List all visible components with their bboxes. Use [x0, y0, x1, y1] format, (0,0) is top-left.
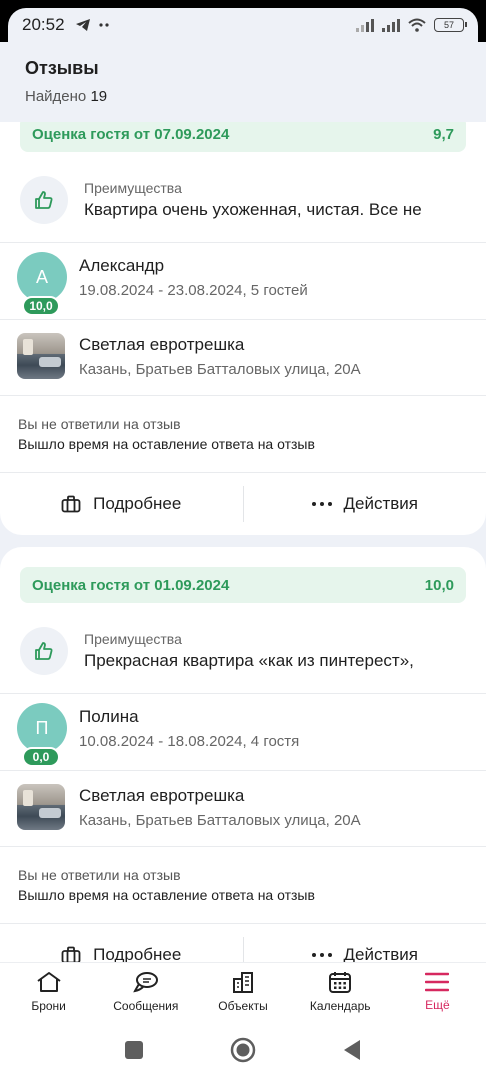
signal-icon-2 — [382, 18, 400, 32]
pros-label: Преимущества — [84, 180, 182, 196]
nav-item-more[interactable]: Ещё — [389, 963, 486, 1020]
found-count: Найдено 19 — [25, 88, 461, 105]
guest-name: Полина — [79, 706, 139, 726]
reply-block: Вы не ответили на отзыв Вышло время на о… — [18, 867, 486, 903]
pros-text: Прекрасная квартира «как из пинтерест», — [84, 651, 414, 670]
rating-label: Оценка гостя от 07.09.2024 — [32, 125, 230, 143]
review-card[interactable]: Оценка гостя от 07.09.2024 9,7 Преимущес… — [0, 122, 486, 535]
home-button-icon[interactable] — [230, 1037, 256, 1063]
nav-label: Ещё — [425, 997, 450, 1012]
back-icon[interactable] — [342, 1039, 362, 1061]
object-address: Казань, Братьев Батталовых улица, 20А — [79, 360, 361, 378]
details-label: Подробнее — [93, 494, 182, 513]
menu-icon — [425, 972, 450, 991]
page-title: Отзывы — [25, 58, 99, 78]
nav-label: Календарь — [309, 998, 371, 1013]
nav-label: Объекты — [218, 998, 268, 1013]
actions-label: Действия — [343, 945, 418, 962]
avatar: А 10,0 — [17, 252, 67, 316]
guest-score-badge: 10,0 — [22, 296, 60, 316]
more-dots-icon — [98, 23, 109, 27]
divider — [0, 693, 486, 694]
nav-item-objects[interactable]: Объекты — [194, 963, 291, 1020]
more-horizontal-icon — [311, 502, 332, 506]
nav-label: Сообщения — [113, 998, 179, 1013]
home-icon — [37, 971, 61, 992]
details-button[interactable]: Подробнее — [0, 473, 243, 535]
rating-value: 9,7 — [433, 125, 454, 143]
guest-dates: 10.08.2024 - 18.08.2024, 4 гостя — [79, 732, 300, 750]
actions-button[interactable]: Действия — [244, 924, 486, 962]
calendar-icon — [329, 971, 352, 993]
divider — [0, 395, 486, 396]
nav-item-calendar[interactable]: Календарь — [292, 963, 389, 1020]
more-horizontal-icon — [311, 953, 332, 957]
rating-value: 10,0 — [424, 576, 454, 594]
guest-score-badge: 0,0 — [22, 747, 60, 767]
object-name: Светлая евротрешка — [79, 334, 245, 354]
nav-label: Брони — [31, 998, 66, 1013]
wifi-icon — [408, 18, 426, 32]
actions-button[interactable]: Действия — [244, 473, 486, 535]
page-header: Отзывы Найдено 19 — [0, 42, 486, 122]
guest-row[interactable]: А 10,0 Александр 19.08.2024 - 23.08.2024… — [17, 249, 486, 316]
reply-note: Вышло время на оставление ответа на отзы… — [18, 887, 315, 903]
rating-label: Оценка гостя от 01.09.2024 — [32, 576, 230, 594]
reviews-list[interactable]: Оценка гостя от 07.09.2024 9,7 Преимущес… — [0, 122, 486, 962]
suitcase-icon — [61, 946, 81, 962]
card-actions: Подробнее Действия — [0, 473, 486, 535]
card-actions: Подробнее Действия — [0, 924, 486, 962]
pros-label: Преимущества — [84, 631, 182, 647]
divider — [0, 242, 486, 243]
pros-row[interactable]: Преимущества Прекрасная квартира «как из… — [20, 627, 486, 675]
buildings-icon — [233, 971, 253, 993]
found-number: 19 — [90, 88, 108, 105]
pros-row[interactable]: Преимущества Квартира очень ухоженная, ч… — [20, 176, 486, 224]
divider — [0, 770, 486, 771]
signal-icon — [356, 18, 374, 32]
bottom-nav: Брони Сообщения Объекты Календарь Ещё — [0, 962, 486, 1020]
object-name: Светлая евротрешка — [79, 785, 245, 805]
actions-label: Действия — [343, 494, 418, 513]
object-row[interactable]: Светлая евротрешка Казань, Братьев Батта… — [17, 783, 486, 831]
review-card[interactable]: Оценка гостя от 01.09.2024 10,0 Преимуще… — [0, 547, 486, 962]
object-address: Казань, Братьев Батталовых улица, 20А — [79, 811, 361, 829]
guest-dates: 19.08.2024 - 23.08.2024, 5 гостей — [79, 281, 308, 299]
nav-item-bookings[interactable]: Брони — [0, 963, 97, 1020]
divider — [0, 846, 486, 847]
status-time: 20:52 — [22, 15, 65, 34]
avatar: П 0,0 — [17, 703, 67, 767]
avatar-initial: П — [35, 717, 49, 738]
recents-icon[interactable] — [124, 1040, 144, 1060]
thumbs-up-icon — [20, 627, 68, 675]
guest-rating-bar: Оценка гостя от 07.09.2024 9,7 — [20, 122, 466, 152]
object-thumbnail — [17, 333, 65, 379]
object-thumbnail — [17, 784, 65, 830]
found-label: Найдено — [25, 88, 87, 105]
suitcase-icon — [61, 495, 81, 513]
telegram-icon — [75, 19, 90, 31]
chat-icon — [132, 971, 158, 992]
guest-row[interactable]: П 0,0 Полина 10.08.2024 - 18.08.2024, 4 … — [17, 700, 486, 767]
reply-status: Вы не ответили на отзыв — [18, 867, 181, 883]
object-row[interactable]: Светлая евротрешка Казань, Братьев Батта… — [17, 332, 486, 380]
battery-icon: 57 — [434, 18, 467, 32]
system-nav-bar — [0, 1020, 486, 1080]
details-button[interactable]: Подробнее — [0, 924, 243, 962]
reply-block: Вы не ответили на отзыв Вышло время на о… — [18, 416, 486, 452]
details-label: Подробнее — [93, 945, 182, 962]
thumbs-up-icon — [20, 176, 68, 224]
reply-status: Вы не ответили на отзыв — [18, 416, 181, 432]
status-bar-inner: 20:52 57 — [8, 8, 478, 42]
pros-text: Квартира очень ухоженная, чистая. Все не — [84, 200, 422, 219]
status-bar: 20:52 57 — [0, 0, 486, 42]
guest-rating-bar: Оценка гостя от 01.09.2024 10,0 — [20, 567, 466, 603]
avatar-initial: А — [35, 266, 48, 287]
nav-item-messages[interactable]: Сообщения — [97, 963, 194, 1020]
guest-name: Александр — [79, 255, 165, 275]
reply-note: Вышло время на оставление ответа на отзы… — [18, 436, 315, 452]
divider — [0, 319, 486, 320]
